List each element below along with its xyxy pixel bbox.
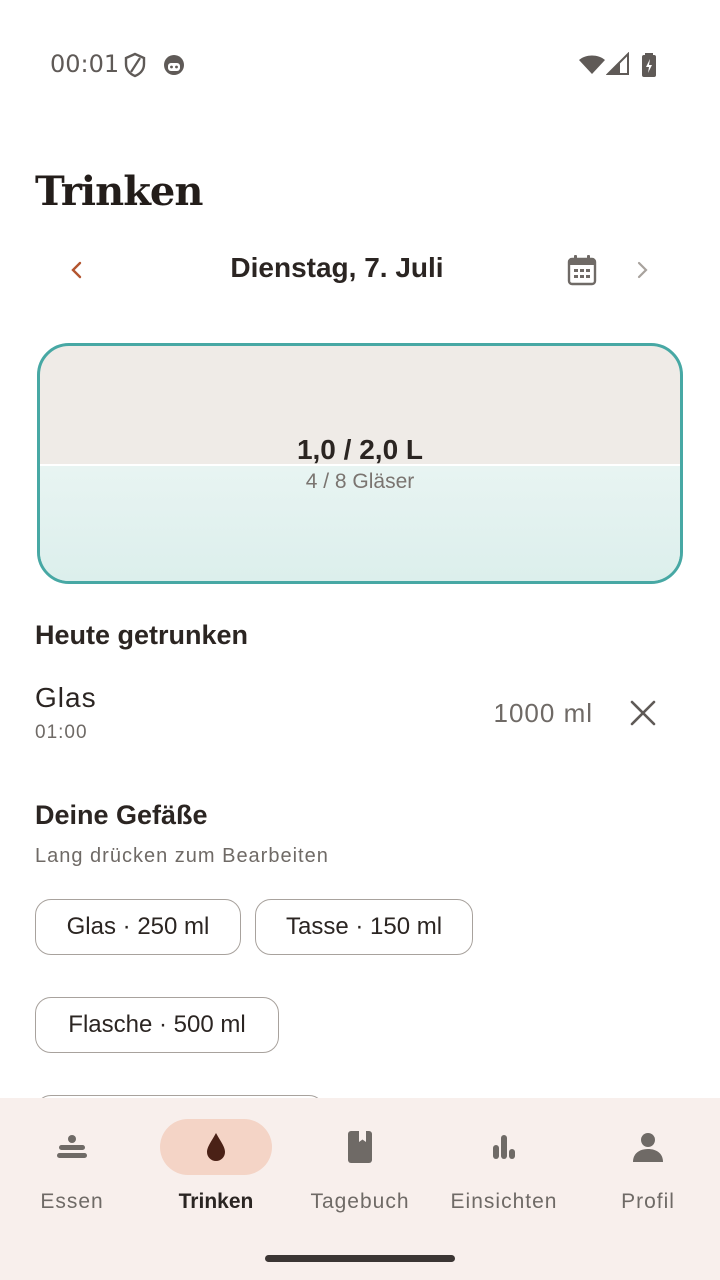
page-title: Trinken	[35, 168, 203, 215]
today-section-title: Heute getrunken	[35, 620, 249, 650]
date-navigation: Dienstag, 7. Juli	[0, 240, 720, 300]
vessels-section-title: Deine Gefäße	[35, 800, 208, 830]
wifi-icon	[578, 52, 606, 78]
nav-label-essen: Essen	[40, 1190, 104, 1213]
drop-icon	[207, 1133, 225, 1161]
vessels-hint: Lang drücken zum Bearbeiten	[35, 845, 329, 867]
shield-icon	[123, 52, 147, 78]
nav-item-tagebuch[interactable]: Tagebuch	[288, 1098, 432, 1238]
nav-label-profil: Profil	[621, 1190, 675, 1213]
glasses-count: 4 / 8 Gläser	[305, 470, 415, 493]
water-amount: 1,0 / 2,0 L	[296, 434, 424, 465]
entry-name: Glas	[35, 682, 97, 713]
chevron-right-icon	[637, 261, 648, 279]
entry-time: 01:00	[35, 722, 88, 743]
nav-item-essen[interactable]: Essen	[0, 1098, 144, 1238]
bar-chart-icon	[493, 1135, 515, 1159]
status-time: 00:01	[50, 50, 120, 78]
close-icon	[630, 700, 656, 726]
entry-amount: 1000 ml	[493, 698, 593, 728]
status-bar: 00:01	[0, 0, 720, 130]
gesture-handle[interactable]	[265, 1255, 455, 1262]
vessel-chip-glas[interactable]: Glas · 250 ml	[35, 899, 241, 955]
notebook-icon	[348, 1131, 372, 1163]
nav-label-einsichten: Einsichten	[450, 1190, 558, 1213]
calendar-icon	[567, 255, 597, 286]
calendar-button[interactable]	[560, 248, 604, 292]
water-progress-card[interactable]: 1,0 / 2,0 L 4 / 8 Gläser	[37, 343, 683, 584]
next-day-button[interactable]	[620, 248, 664, 292]
bottom-navigation: Essen Trinken Tagebuch Einsichten Profil	[0, 1098, 720, 1280]
nav-label-trinken: Trinken	[178, 1190, 254, 1213]
delete-entry-button[interactable]	[619, 689, 667, 737]
vessel-chip-tasse[interactable]: Tasse · 150 ml	[255, 899, 473, 955]
nav-item-trinken[interactable]: Trinken	[144, 1098, 288, 1238]
food-icon	[57, 1135, 87, 1158]
vessel-chip-flasche[interactable]: Flasche · 500 ml	[35, 997, 279, 1053]
robot-icon	[162, 52, 186, 78]
signal-icon	[605, 51, 630, 78]
nav-item-einsichten[interactable]: Einsichten	[432, 1098, 576, 1238]
battery-icon	[640, 52, 658, 78]
nav-item-profil[interactable]: Profil	[576, 1098, 720, 1238]
person-icon	[633, 1133, 663, 1162]
nav-label-tagebuch: Tagebuch	[310, 1190, 410, 1213]
